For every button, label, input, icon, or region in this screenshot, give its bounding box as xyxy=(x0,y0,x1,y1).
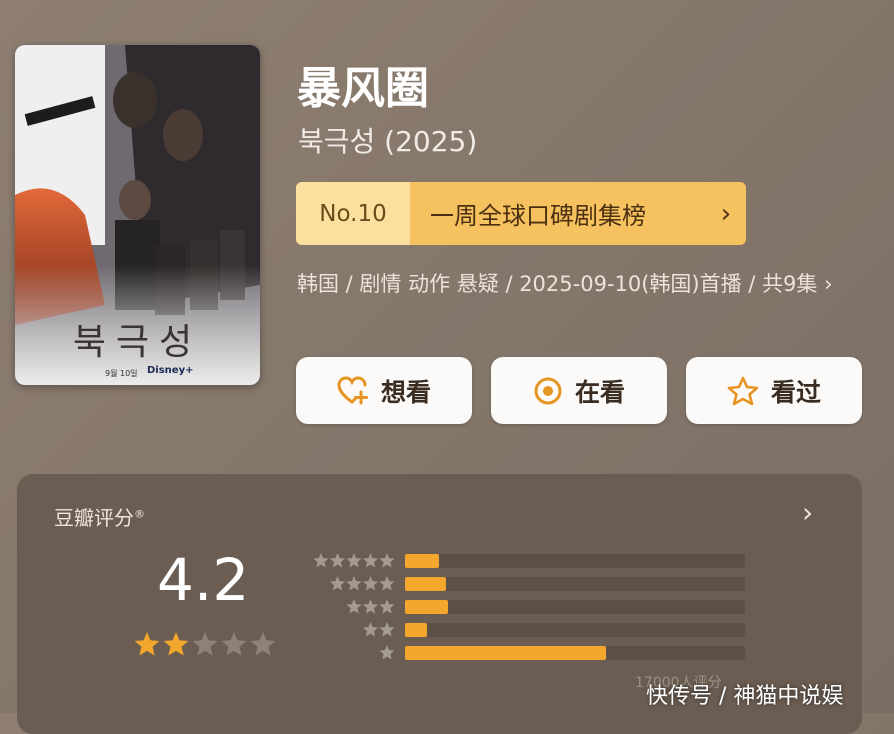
bar-stars-icon xyxy=(313,553,395,568)
poster-title: 북극성 xyxy=(72,322,203,363)
poster-image[interactable]: 북극성 9월 10일 Disney+ xyxy=(15,45,260,385)
bar-star xyxy=(379,576,395,591)
bar-stars-icon xyxy=(346,599,395,614)
chevron-right-icon: › xyxy=(720,198,732,229)
bar-fill xyxy=(405,600,448,614)
bar-fill xyxy=(405,554,439,568)
show-meta-info[interactable]: 韩国 / 剧情 动作 悬疑 / 2025-09-10(韩国)首播 / 共9集 › xyxy=(297,264,867,304)
show-title: 暴风圈 xyxy=(297,63,429,114)
watched-label: 看过 xyxy=(770,377,821,407)
bar-star xyxy=(362,576,379,591)
bar-stars-icon xyxy=(362,622,395,637)
bar-star xyxy=(329,553,346,568)
bar-star xyxy=(379,553,395,568)
rating-star xyxy=(192,632,218,656)
want-to-watch-button[interactable]: 想看 xyxy=(296,357,472,424)
bar-star xyxy=(329,576,346,591)
bar-track xyxy=(405,623,745,637)
rank-number: No.10 xyxy=(296,182,410,245)
bar-star xyxy=(379,622,395,637)
bar-stars-icon xyxy=(379,645,395,660)
rating-label-text: 豆瓣评分 xyxy=(54,506,134,530)
watched-button[interactable]: 看过 xyxy=(686,357,862,424)
rank-badge[interactable]: No.10 一周全球口碑剧集榜 › xyxy=(296,182,746,245)
bar-track xyxy=(405,646,745,660)
bar-track xyxy=(405,577,745,591)
rating-star xyxy=(134,632,160,656)
bar-track xyxy=(405,600,745,614)
bar-star xyxy=(379,599,395,614)
rating-stars xyxy=(134,632,276,656)
rating-label: 豆瓣评分® xyxy=(54,502,145,531)
watching-button[interactable]: 在看 xyxy=(491,357,667,424)
watching-label: 在看 xyxy=(574,377,625,407)
bar-stars-icon xyxy=(329,576,395,591)
poster-date: 9월 10일 xyxy=(105,369,138,378)
rating-star xyxy=(221,632,247,656)
target-circle-icon xyxy=(534,377,562,404)
bar-star xyxy=(346,553,362,568)
bar-star xyxy=(379,645,395,660)
rating-star xyxy=(163,632,189,656)
heart-plus-icon xyxy=(337,375,368,404)
bar-fill xyxy=(405,646,606,660)
bar-fill xyxy=(405,577,446,591)
star-outline-icon xyxy=(727,376,759,405)
show-original-title: 북극성 (2025) xyxy=(298,125,478,158)
bar-track xyxy=(405,554,745,568)
chevron-right-icon[interactable]: › xyxy=(802,496,813,529)
registered-mark: ® xyxy=(134,507,145,521)
rating-score: 4.2 xyxy=(157,546,250,614)
watermark: 快传号 / 神猫中说娱 xyxy=(646,684,844,709)
bar-star xyxy=(362,553,379,568)
bar-star xyxy=(346,599,362,614)
bar-star xyxy=(346,576,362,591)
bar-star xyxy=(362,622,379,637)
bar-star xyxy=(362,599,379,614)
bar-star xyxy=(313,553,329,568)
rating-star xyxy=(250,632,276,656)
want-to-watch-label: 想看 xyxy=(380,377,431,407)
bar-fill xyxy=(405,623,428,637)
rank-list-name: 一周全球口碑剧集榜 xyxy=(430,202,646,230)
poster-brand-logo: Disney+ xyxy=(147,365,194,376)
